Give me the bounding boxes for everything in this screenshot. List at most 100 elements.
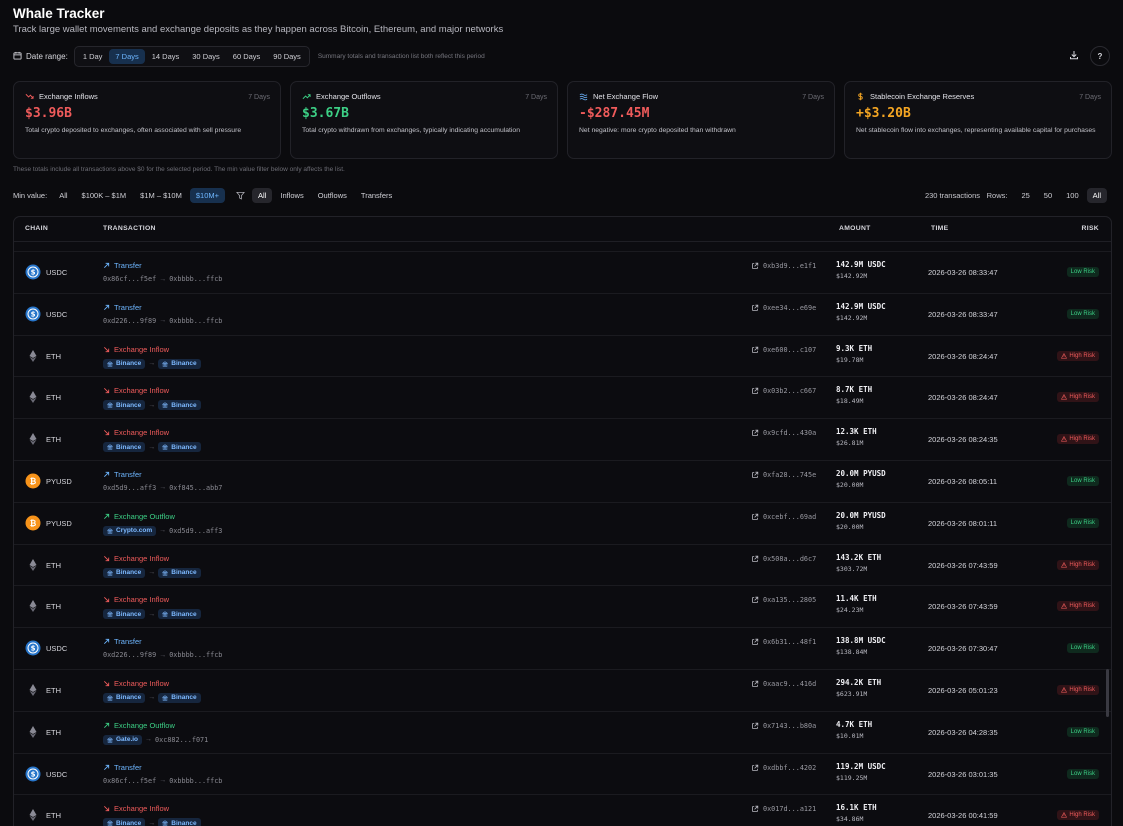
exchange-tag[interactable]: Binance xyxy=(158,692,201,703)
table-row[interactable]: ETH Exchange Inflow Binance → Binance 0xa135.… xyxy=(14,585,1111,627)
rows-option-100[interactable]: 100 xyxy=(1060,188,1085,203)
exchange-tag[interactable]: Binance xyxy=(103,609,146,620)
tx-hash-link[interactable]: 0xdbbf...4202 xyxy=(751,764,816,772)
exchange-tag[interactable]: Binance xyxy=(158,567,201,578)
download-button[interactable] xyxy=(1064,46,1084,66)
table-row[interactable]: ETH Exchange Inflow Binance → Binance 0x03b2.… xyxy=(14,376,1111,418)
wallet-address[interactable]: 0xd226...9f89 xyxy=(103,651,156,659)
wallet-address[interactable]: 0x86cf...f5ef xyxy=(103,275,156,283)
type-filter-inflows[interactable]: Inflows xyxy=(274,188,309,203)
tx-hash-link[interactable]: 0x017d...a121 xyxy=(751,805,816,813)
wallet-address[interactable]: 0xd5d9...aff3 xyxy=(103,484,156,492)
risk-label: High Risk xyxy=(1069,394,1095,401)
exchange-tag[interactable]: Binance xyxy=(103,358,146,369)
transaction-type: Transfer xyxy=(103,637,142,646)
range-option-30-days[interactable]: 30 Days xyxy=(186,49,226,64)
table-row[interactable]: ETH Exchange Outflow Gate.io → 0xc882...f071… xyxy=(14,710,1111,753)
exchange-tag[interactable]: Binance xyxy=(158,818,201,826)
wallet-address[interactable]: 0xbbbb...ffcb xyxy=(169,317,222,325)
rows-option-50[interactable]: 50 xyxy=(1038,188,1058,203)
table-row[interactable]: ETH Exchange Inflow Binance → Binance 0xaac9.… xyxy=(14,668,1111,711)
wallet-address[interactable]: 0x86cf...f5ef xyxy=(103,777,156,785)
help-button[interactable]: ? xyxy=(1090,46,1110,66)
table-row[interactable]: ETH Exchange Inflow Binance → Binance 0x508a.… xyxy=(14,543,1111,586)
transaction-route: Binance → Binance xyxy=(103,692,201,703)
wallet-address[interactable]: 0xd226...9f89 xyxy=(103,317,156,325)
chain-name: ETH xyxy=(46,685,61,695)
min-value-100k-1m[interactable]: $100K – $1M xyxy=(76,188,133,203)
tx-hash-link[interactable]: 0xe600...c107 xyxy=(751,346,816,354)
timestamp: 2026-03-26 08:01:11 xyxy=(928,518,998,528)
wallet-address[interactable]: 0xbbbb...ffcb xyxy=(169,651,222,659)
exchange-tag[interactable]: Binance xyxy=(158,442,201,453)
tx-hash-link[interactable]: 0xcebf...69ad xyxy=(751,513,816,521)
wallet-address[interactable]: 0xf845...abb7 xyxy=(169,484,222,492)
tx-hash-link[interactable]: 0xaac9...416d xyxy=(751,680,816,688)
range-option-7-days[interactable]: 7 Days xyxy=(109,48,145,64)
min-value-all[interactable]: All xyxy=(53,188,73,203)
svg-text:₿: ₿ xyxy=(30,477,37,486)
table-row[interactable]: $ USDC Transfer 0x86cf...f5ef → 0xbbbb...ffcb… xyxy=(14,752,1111,795)
range-option-1-day[interactable]: 1 Day xyxy=(77,49,109,64)
exchange-tag[interactable]: Gate.io xyxy=(103,734,143,745)
risk-badge: High Risk xyxy=(1057,434,1099,445)
warning-icon xyxy=(1061,352,1068,359)
exchange-tag[interactable]: Binance xyxy=(158,400,201,411)
tx-hash-link[interactable]: 0x6b31...48f1 xyxy=(751,638,816,646)
tx-hash-link[interactable]: 0xee34...e69e xyxy=(751,304,816,312)
min-value-10m[interactable]: $10M+ xyxy=(189,188,226,203)
min-value-1m-10m[interactable]: $1M – $10M xyxy=(134,188,188,203)
tx-hash-link[interactable]: 0x9cfd...430a xyxy=(751,429,816,437)
type-filter-all[interactable]: All xyxy=(252,188,273,203)
table-row[interactable]: $ USDC Transfer 0xd226...9f89 → 0xbbbb...ffcb… xyxy=(14,292,1111,335)
tx-hash-link[interactable]: 0x508a...d6c7 xyxy=(751,555,816,563)
table-row[interactable]: ₿ PYUSD Exchange Outflow Crypto.com → 0xd5d9.… xyxy=(14,501,1111,544)
exchange-tag[interactable]: Binance xyxy=(158,358,201,369)
table-row[interactable]: ETH Exchange Inflow Binance → Binance 0x9cfd.… xyxy=(14,418,1111,460)
chain-name: PYUSD xyxy=(46,476,72,486)
amount-usd: $623.91M xyxy=(836,689,868,698)
table-row[interactable]: ETH Exchange Inflow Binance → Binance 0xe600.… xyxy=(14,334,1111,377)
table-row[interactable]: $ USDC Transfer 0xd226...9f89 → 0xbbbb...ffcb… xyxy=(14,627,1111,669)
transaction-route: Binance → Binance xyxy=(103,442,201,453)
exchange-tag[interactable]: Binance xyxy=(158,609,201,620)
table-row[interactable]: ₿ PYUSD Transfer 0xd5d9...aff3 → 0xf845...abb… xyxy=(14,459,1111,502)
type-filter-outflows[interactable]: Outflows xyxy=(312,188,353,203)
range-option-14-days[interactable]: 14 Days xyxy=(146,49,186,64)
exchange-tag[interactable]: Binance xyxy=(103,400,146,411)
warning-icon xyxy=(1061,394,1068,400)
tx-hash-link[interactable]: 0xa135...2805 xyxy=(751,596,816,604)
tx-hash-link[interactable]: 0x7143...b80a xyxy=(751,722,816,730)
exchange-tag[interactable]: Crypto.com xyxy=(103,525,157,536)
route-arrow-icon: → xyxy=(148,819,156,826)
transaction-type: Transfer xyxy=(103,303,142,312)
range-option-60-days[interactable]: 60 Days xyxy=(227,49,267,64)
transaction-type: Exchange Inflow xyxy=(103,554,169,563)
timestamp: 2026-03-26 05:01:23 xyxy=(928,685,998,695)
chain-name: PYUSD xyxy=(46,518,72,528)
scrollbar[interactable] xyxy=(1106,669,1109,717)
tx-hash: 0x6b31...48f1 xyxy=(763,638,817,647)
exchange-tag[interactable]: Binance xyxy=(103,692,146,703)
bank-icon xyxy=(162,402,169,408)
type-filter-transfers[interactable]: Transfers xyxy=(355,188,398,203)
wallet-address[interactable]: 0xbbbb...ffcb xyxy=(169,777,222,785)
tx-hash-link[interactable]: 0xb3d9...e1f1 xyxy=(751,262,816,270)
exchange-name: Binance xyxy=(116,694,142,702)
rows-option-25[interactable]: 25 xyxy=(1015,188,1035,203)
table-row[interactable]: $ USDC Transfer 0x86cf...f5ef → 0xbbbb...ffcb… xyxy=(14,251,1111,293)
exchange-tag[interactable]: Binance xyxy=(103,567,146,578)
arrow-down-right-icon xyxy=(103,387,110,394)
wallet-address[interactable]: 0xd5d9...aff3 xyxy=(169,527,222,535)
exchange-tag[interactable]: Binance xyxy=(103,818,146,826)
rows-option-all[interactable]: All xyxy=(1086,188,1107,203)
wallet-address[interactable]: 0xc882...f071 xyxy=(155,736,208,744)
table-row[interactable]: ETH Exchange Inflow Binance → Binance 0x017d.… xyxy=(14,794,1111,826)
range-option-90-days[interactable]: 90 Days xyxy=(267,49,307,64)
tx-hash-link[interactable]: 0x03b2...c667 xyxy=(751,387,816,395)
exchange-tag[interactable]: Binance xyxy=(103,442,146,453)
amount-usd: $138.84M xyxy=(836,648,868,657)
tx-hash-link[interactable]: 0xfa28...745e xyxy=(751,471,816,479)
transaction-route: 0xd226...9f89 → 0xbbbb...ffcb xyxy=(103,651,222,659)
wallet-address[interactable]: 0xbbbb...ffcb xyxy=(169,275,222,283)
